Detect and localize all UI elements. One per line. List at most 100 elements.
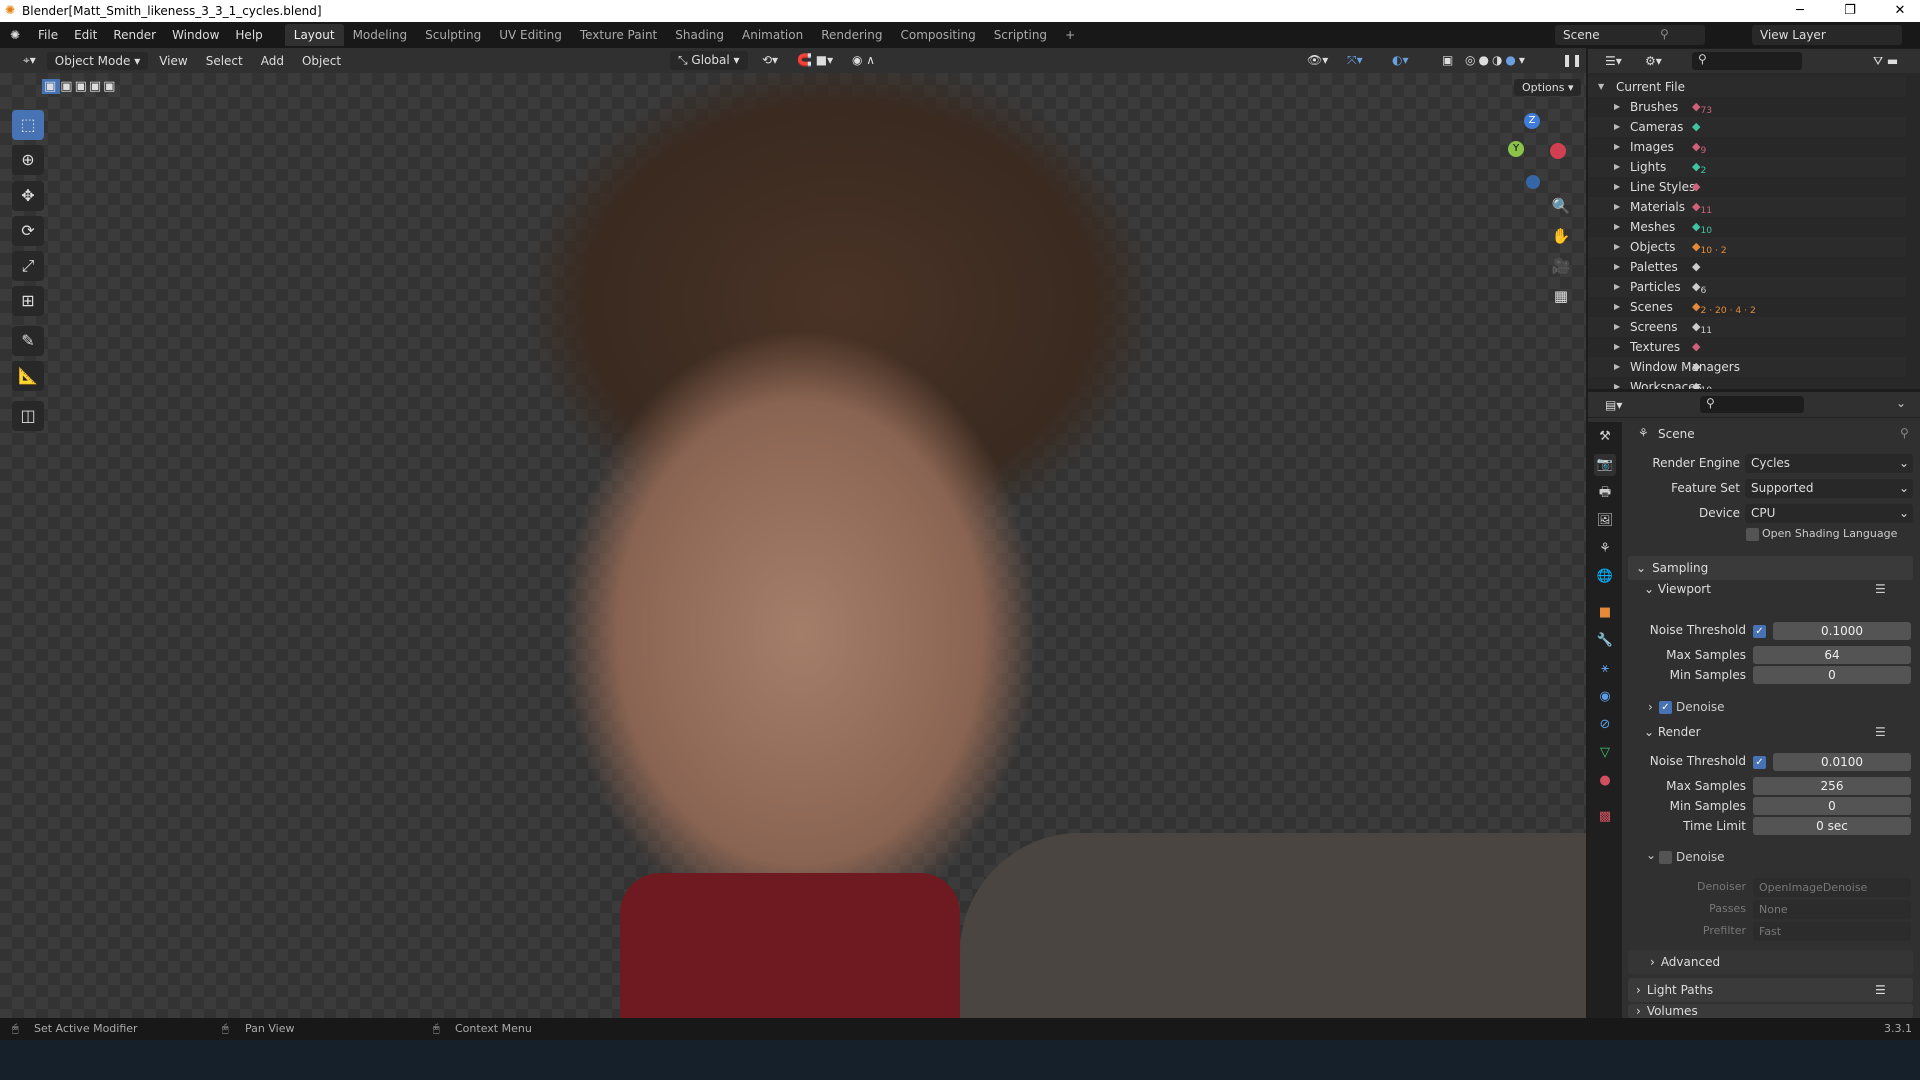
outliner-item[interactable]: ▶ Cameras ◆ xyxy=(1588,117,1906,137)
shading-mode-buttons[interactable]: ◎●◑●▾ xyxy=(1458,51,1535,69)
tab-sculpting[interactable]: Sculpting xyxy=(416,24,490,46)
proportional-edit-icon[interactable]: ◉ ∧ xyxy=(845,51,882,69)
pause-render-icon[interactable]: ❚❚ xyxy=(1555,51,1589,69)
render-noise-threshold-checkbox[interactable]: ✓ xyxy=(1753,756,1766,769)
sampling-section-header[interactable]: ⌄ Sampling xyxy=(1628,556,1913,580)
tab-rendering[interactable]: Rendering xyxy=(812,24,891,46)
gizmo-y-axis[interactable]: Y xyxy=(1508,141,1524,157)
device-dropdown[interactable]: CPU ⌄ xyxy=(1745,504,1913,523)
overlay-toggle-icon[interactable]: ◐▾ xyxy=(1385,51,1416,69)
viewport-denoise-expand-icon[interactable]: › xyxy=(1648,700,1653,714)
transform-tool-icon[interactable]: ⊞ xyxy=(12,286,44,316)
menu-select[interactable]: Select xyxy=(199,52,250,70)
outliner-item[interactable]: ▶ Objects ◆10 · 2 xyxy=(1588,237,1906,257)
particles-tab-icon[interactable]: ⚹ xyxy=(1594,658,1616,680)
texture-tab-icon[interactable]: ▩ xyxy=(1594,806,1616,828)
tab-shading[interactable]: Shading xyxy=(666,24,733,46)
viewport-denoise-checkbox[interactable]: ✓ xyxy=(1659,701,1672,714)
render-tab-icon[interactable]: 📷 xyxy=(1594,454,1616,476)
move-tool-icon[interactable]: ✥ xyxy=(12,181,44,211)
gizmo-x-axis[interactable] xyxy=(1550,143,1566,159)
outliner-item[interactable]: ▶ Brushes ◆73 xyxy=(1588,97,1906,117)
maximize-button[interactable]: ❐ xyxy=(1830,0,1870,22)
expand-arrow-icon[interactable]: ▶ xyxy=(1614,177,1620,197)
expand-arrow-icon[interactable]: ▶ xyxy=(1614,217,1620,237)
properties-editor-icon[interactable]: ▤▾ xyxy=(1598,396,1629,414)
material-tab-icon[interactable]: ● xyxy=(1594,770,1616,792)
view-layer-tab-icon[interactable]: 🖼 xyxy=(1594,510,1616,532)
feature-set-dropdown[interactable]: Supported ⌄ xyxy=(1745,479,1913,498)
tab-uv-editing[interactable]: UV Editing xyxy=(490,24,571,46)
snap-icon[interactable]: 🧲 ■▾ xyxy=(790,51,840,69)
volumes-section-header[interactable]: › Volumes xyxy=(1628,1004,1913,1018)
tab-scripting[interactable]: Scripting xyxy=(985,24,1056,46)
object-tab-icon[interactable]: ■ xyxy=(1594,602,1616,624)
mode-selector[interactable]: Object Mode ▾ xyxy=(46,51,149,70)
scale-tool-icon[interactable]: ⤢ xyxy=(12,251,44,281)
expand-arrow-icon[interactable]: ▶ xyxy=(1614,117,1620,137)
output-tab-icon[interactable]: 🖶 xyxy=(1594,482,1616,504)
tab-texture-paint[interactable]: Texture Paint xyxy=(571,24,666,46)
data-tab-icon[interactable]: ▽ xyxy=(1594,742,1616,764)
annotate-tool-icon[interactable]: ✎ xyxy=(12,326,44,356)
expand-arrow-icon[interactable]: ▶ xyxy=(1614,157,1620,177)
pin-icon[interactable]: ⚲ xyxy=(1660,27,1669,41)
advanced-subpanel-header[interactable]: › Advanced xyxy=(1628,950,1913,974)
add-cube-tool-icon[interactable]: ◫ xyxy=(12,401,44,431)
close-button[interactable]: ✕ xyxy=(1880,0,1920,22)
3d-viewport[interactable]: ▣ ▣▣▣▣ Options ▾ ⬚ ⊕ ✥ ⟳ ⤢ ⊞ ✎ 📐 ◫ Z Y 🔍 … xyxy=(0,73,1586,1018)
expand-arrow-icon[interactable]: ▶ xyxy=(1614,297,1620,317)
outliner-item[interactable]: ▶ Textures ◆ xyxy=(1588,337,1906,357)
editor-type-icon[interactable]: ⌖▾ xyxy=(16,51,43,70)
scene-selector[interactable]: Scene xyxy=(1555,25,1705,45)
outliner-item[interactable]: ▶ Images ◆9 xyxy=(1588,137,1906,157)
menu-render[interactable]: Render xyxy=(105,28,164,42)
expand-arrow-icon[interactable]: ▶ xyxy=(1614,277,1620,297)
properties-options-icon[interactable]: ⌄ xyxy=(1896,396,1906,410)
outliner-item[interactable]: ▶Workspaces◆10 xyxy=(1588,377,1906,389)
tool-tab-icon[interactable]: ⚒ xyxy=(1594,426,1616,448)
perspective-grid-icon[interactable]: ▦ xyxy=(1548,283,1574,309)
scene-tab-icon[interactable]: ⚘ xyxy=(1594,538,1616,560)
pan-hand-icon[interactable]: ✋ xyxy=(1548,223,1574,249)
expand-arrow-icon[interactable]: ▶ xyxy=(1614,317,1620,337)
time-limit-field[interactable]: 0 sec xyxy=(1753,817,1911,835)
outliner-item[interactable]: ▶ Scenes ◆2 · 20 · 4 · 2 xyxy=(1588,297,1906,317)
expand-arrow-icon[interactable]: ▶ xyxy=(1614,197,1620,217)
view-layer-selector[interactable]: View Layer xyxy=(1752,25,1902,45)
viewport-min-samples-field[interactable]: 0 xyxy=(1753,666,1911,684)
tab-layout[interactable]: Layout xyxy=(284,24,344,46)
menu-window[interactable]: Window xyxy=(164,28,227,42)
physics-tab-icon[interactable]: ◉ xyxy=(1594,686,1616,708)
passes-dropdown[interactable]: None xyxy=(1753,900,1911,919)
zoom-icon[interactable]: 🔍 xyxy=(1548,193,1574,219)
menu-file[interactable]: File xyxy=(30,28,66,42)
render-subpanel-header[interactable]: ⌄ Render xyxy=(1644,725,1701,739)
filter-scene-icon[interactable]: ⚙▾ xyxy=(1638,52,1669,70)
outliner-item[interactable]: ▶ Window Managers ◆ xyxy=(1588,357,1906,377)
gizmo-z-axis[interactable]: Z xyxy=(1524,113,1540,129)
tab-animation[interactable]: Animation xyxy=(733,24,812,46)
display-mode-icon[interactable]: ☰▾ xyxy=(1598,52,1629,70)
outliner-root[interactable]: ▼ Current File xyxy=(1588,77,1906,97)
selection-mode-buttons[interactable]: ▣ ▣▣▣▣ xyxy=(42,79,117,94)
expand-arrow-icon[interactable]: ▶ xyxy=(1614,337,1620,357)
outliner-item[interactable]: ▶ Palettes ◆ xyxy=(1588,257,1906,277)
outliner-item[interactable]: ▶ Particles ◆6 xyxy=(1588,277,1906,297)
pivot-icon[interactable]: ⟲▾ xyxy=(755,51,785,69)
viewport-noise-threshold-checkbox[interactable]: ✓ xyxy=(1753,625,1766,638)
orientation-selector[interactable]: ⤡ Global ▾ xyxy=(670,51,748,70)
render-denoise-checkbox[interactable] xyxy=(1659,851,1672,864)
gizmo-toggle-icon[interactable]: ⤧▾ xyxy=(1340,51,1370,70)
render-presets-icon[interactable]: ☰ xyxy=(1875,725,1886,739)
constraints-tab-icon[interactable]: ⊘ xyxy=(1594,714,1616,736)
expand-arrow-icon[interactable]: ▶ xyxy=(1614,377,1620,389)
render-noise-threshold-field[interactable]: 0.0100 xyxy=(1773,753,1911,771)
modifier-tab-icon[interactable]: 🔧 xyxy=(1594,630,1616,652)
outliner-item[interactable]: ▶ Screens ◆11 xyxy=(1588,317,1906,337)
tab-compositing[interactable]: Compositing xyxy=(891,24,984,46)
menu-view[interactable]: View xyxy=(152,52,194,70)
cursor-tool-icon[interactable]: ⊕ xyxy=(12,145,44,175)
menu-edit[interactable]: Edit xyxy=(66,28,105,42)
prefilter-dropdown[interactable]: Fast xyxy=(1753,922,1911,941)
